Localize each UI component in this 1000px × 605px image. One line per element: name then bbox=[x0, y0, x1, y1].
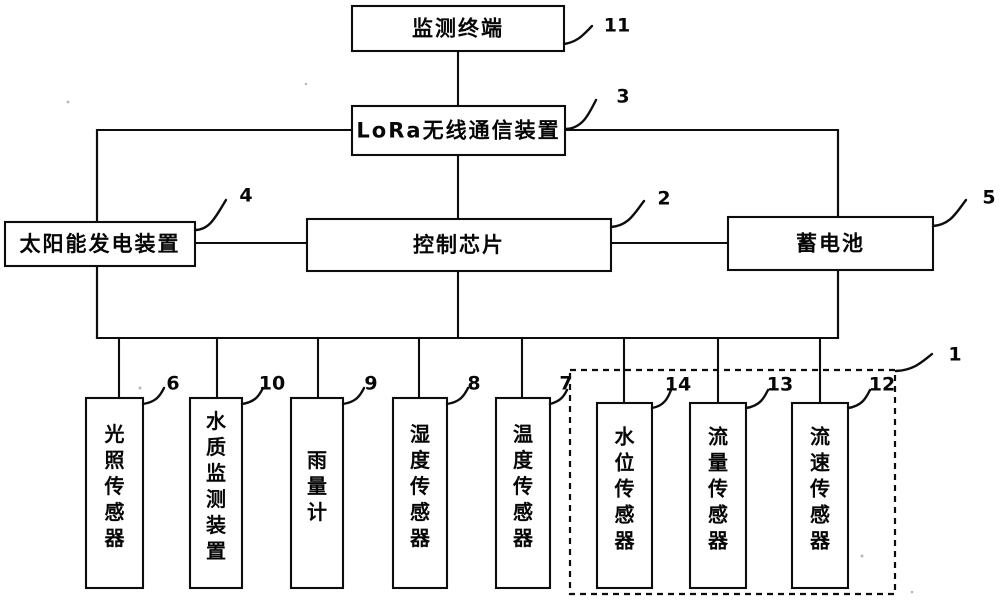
leader-line-9 bbox=[341, 386, 366, 406]
block-label-rain-gauge: 雨量计 bbox=[307, 448, 327, 524]
reference-numeral-7: 7 bbox=[559, 373, 572, 395]
patent-figure-container: 1 11 监测终端 3 LoRa无线通信装置 4 太阳能发电装置 2 控制芯片 5 蓄电池 6 光照传… bbox=[0, 0, 1000, 605]
block-rain-gauge: 9 雨量计 bbox=[289, 373, 378, 590]
block-light-sensor: 6 光照传感器 bbox=[84, 373, 180, 590]
block-label-solar-power-generation-device: 太阳能发电装置 bbox=[20, 232, 181, 256]
block-flow-velocity-sensor: 12 流速传感器 bbox=[790, 374, 895, 590]
reference-numeral-14: 14 bbox=[665, 374, 691, 396]
reference-numeral-11: 11 bbox=[604, 15, 630, 37]
block-label-monitoring-terminal: 监测终端 bbox=[412, 17, 504, 41]
reference-numeral-5: 5 bbox=[982, 187, 995, 209]
block-temperature-sensor: 7 温度传感器 bbox=[494, 373, 573, 590]
block-label-flow-rate-sensor: 流量传感器 bbox=[707, 425, 729, 553]
leader-line-4 bbox=[193, 198, 228, 232]
block-flow-rate-sensor: 13 流量传感器 bbox=[688, 374, 793, 590]
block-control-chip: 2 控制芯片 bbox=[305, 188, 671, 273]
leader-line-11 bbox=[562, 24, 594, 46]
reference-numeral-1: 1 bbox=[948, 344, 961, 366]
reference-numeral-2: 2 bbox=[657, 188, 670, 210]
reference-numeral-3: 3 bbox=[616, 86, 629, 108]
block-diagram-canvas: 1 11 监测终端 3 LoRa无线通信装置 4 太阳能发电装置 2 控制芯片 5 蓄电池 6 光照传… bbox=[0, 0, 1000, 605]
block-monitoring-terminal: 11 监测终端 bbox=[350, 4, 630, 53]
block-label-control-chip: 控制芯片 bbox=[413, 233, 505, 257]
reference-numeral-8: 8 bbox=[467, 373, 480, 395]
reference-numeral-9: 9 bbox=[364, 373, 377, 395]
leader-line-2 bbox=[609, 199, 646, 229]
block-label-humidity-sensor: 湿度传感器 bbox=[409, 422, 431, 550]
block-storage-battery: 5 蓄电池 bbox=[726, 187, 996, 272]
reference-numeral-12: 12 bbox=[869, 374, 895, 396]
block-label-light-sensor: 光照传感器 bbox=[104, 422, 126, 550]
leader-line-13 bbox=[744, 388, 770, 410]
block-label-storage-battery: 蓄电池 bbox=[796, 232, 865, 256]
leader-line-5 bbox=[931, 198, 968, 228]
block-label-lora-wireless-communication-device: LoRa无线通信装置 bbox=[356, 119, 560, 143]
reference-numeral-6: 6 bbox=[166, 373, 179, 395]
leader-line-12 bbox=[846, 388, 872, 410]
block-label-water-level-sensor: 水位传感器 bbox=[614, 425, 636, 553]
block-lora-wireless-communication-device: 3 LoRa无线通信装置 bbox=[350, 86, 630, 157]
block-label-flow-velocity-sensor: 流速传感器 bbox=[809, 425, 831, 553]
block-water-quality-monitoring-device: 10水质监测装置 bbox=[188, 373, 285, 590]
block-label-temperature-sensor: 温度传感器 bbox=[512, 422, 534, 550]
reference-numeral-4: 4 bbox=[239, 185, 252, 207]
block-water-level-sensor: 14 水位传感器 bbox=[595, 374, 691, 590]
leader-line-6 bbox=[141, 386, 166, 406]
leader-line-8 bbox=[445, 386, 470, 406]
block-boxes-layer: 11 监测终端 3 LoRa无线通信装置 4 太阳能发电装置 2 控制芯片 5 蓄电池 6 光照传感器… bbox=[3, 4, 996, 590]
reference-numeral-13: 13 bbox=[767, 374, 793, 396]
block-humidity-sensor: 8 湿度传感器 bbox=[391, 373, 481, 590]
block-solar-power-generation-device: 4 太阳能发电装置 bbox=[3, 185, 253, 268]
leader-line-group-1 bbox=[894, 352, 934, 373]
leader-line-3 bbox=[564, 98, 598, 131]
reference-numeral-10: 10 bbox=[259, 373, 285, 395]
